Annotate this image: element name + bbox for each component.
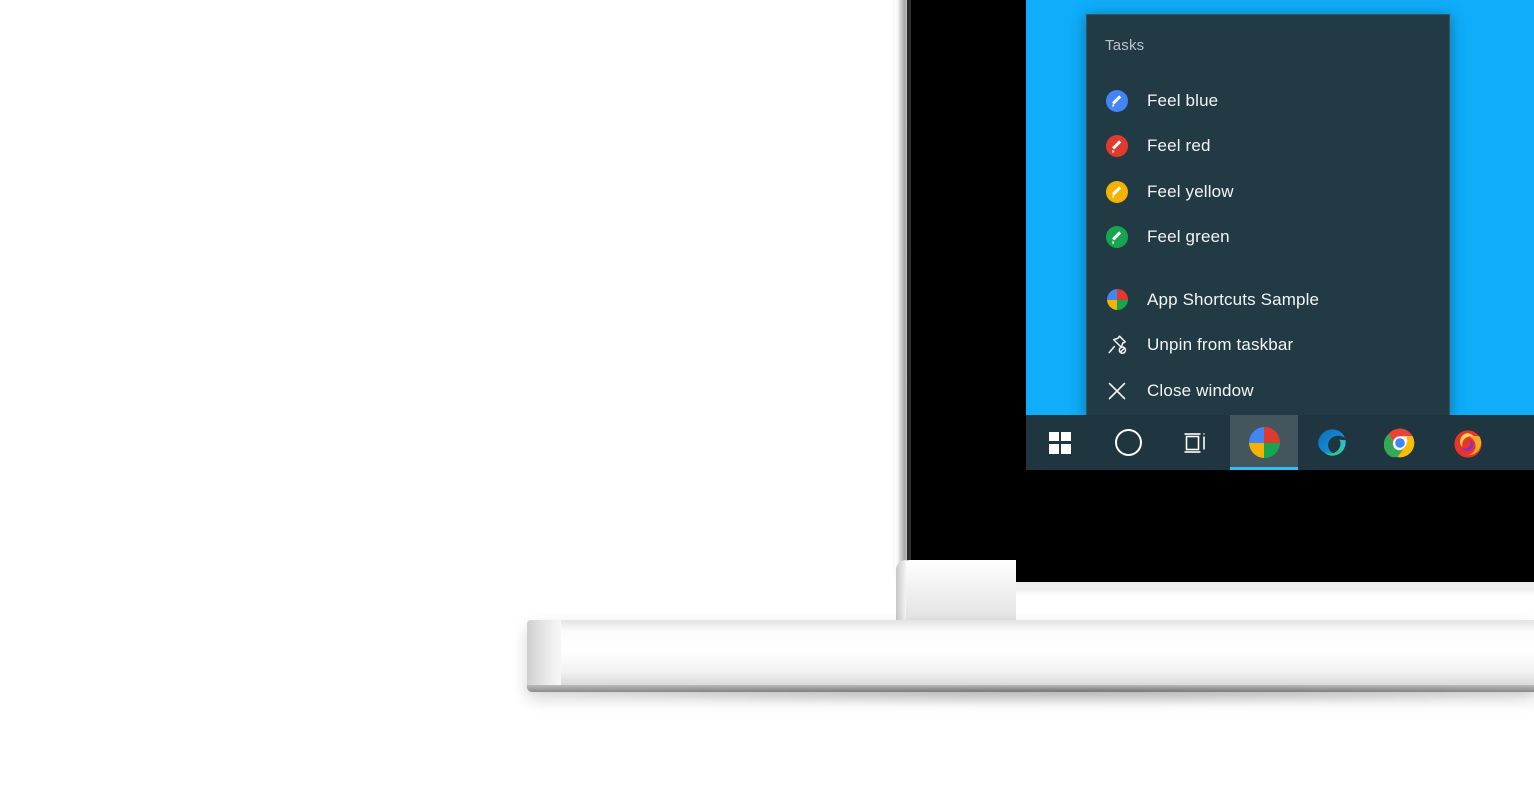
- taskbar-firefox-button[interactable]: [1434, 415, 1502, 470]
- jumplist-item-label: Close window: [1147, 380, 1254, 400]
- taskbar-microsoft-edge-button[interactable]: [1298, 415, 1366, 470]
- edge-icon: [1318, 428, 1346, 456]
- firefox-icon: [1454, 429, 1482, 458]
- windows-logo-icon: [1049, 431, 1071, 454]
- taskbar-start-button[interactable]: [1026, 415, 1094, 470]
- taskbar-task-view-button[interactable]: [1162, 415, 1230, 470]
- jumplist-item-feel-red[interactable]: Feel red: [1087, 124, 1449, 170]
- chrome-icon: [1384, 428, 1415, 457]
- pencil-circle-icon: [1105, 89, 1129, 113]
- pencil-circle-icon: [1105, 134, 1129, 158]
- jumplist-item-label: Feel red: [1147, 136, 1211, 156]
- close-icon: [1105, 379, 1129, 403]
- jumplist-item-label: Unpin from taskbar: [1147, 335, 1294, 355]
- jumplist-item-label: Feel yellow: [1147, 181, 1234, 201]
- jumplist-item-unpin-from-taskbar[interactable]: Unpin from taskbar: [1087, 323, 1449, 369]
- cortana-circle-icon: [1114, 429, 1142, 456]
- unpin-icon: [1105, 333, 1129, 357]
- taskbar: [1026, 415, 1534, 470]
- jumplist-item-close-window[interactable]: Close window: [1087, 368, 1449, 414]
- app-pie-icon: [1248, 427, 1280, 458]
- jumplist-header-tasks: Tasks: [1105, 37, 1145, 54]
- taskbar-app-shortcuts-sample-button[interactable]: [1230, 415, 1298, 470]
- app-pie-icon: [1105, 288, 1129, 312]
- taskbar-cortana-search-button[interactable]: [1094, 415, 1162, 470]
- screen: Tasks Feel blue Feel red Feel yellow Fee…: [1026, 0, 1534, 470]
- jumplist-item-feel-green[interactable]: Feel green: [1087, 215, 1449, 261]
- pencil-circle-icon: [1105, 225, 1129, 249]
- jumplist-item-feel-yellow[interactable]: Feel yellow: [1087, 169, 1449, 215]
- jumplist-menu[interactable]: Tasks Feel blue Feel red Feel yellow Fee…: [1086, 14, 1450, 419]
- device-shadow: [505, 688, 1534, 706]
- jumplist-tasks-group: Feel blue Feel red Feel yellow Feel gree…: [1087, 78, 1449, 260]
- scene: Tasks Feel blue Feel red Feel yellow Fee…: [0, 0, 1534, 805]
- jumplist-item-feel-blue[interactable]: Feel blue: [1087, 78, 1449, 124]
- jumplist-item-label: App Shortcuts Sample: [1147, 289, 1320, 309]
- laptop-base-edge: [527, 620, 561, 692]
- laptop-base: [527, 620, 1534, 692]
- jumplist-item-label: Feel green: [1147, 227, 1230, 247]
- jumplist-item-label: Feel blue: [1147, 90, 1219, 110]
- pencil-circle-icon: [1105, 180, 1129, 204]
- taskbar-google-chrome-button[interactable]: [1366, 415, 1434, 470]
- laptop-hinge: [896, 560, 1016, 628]
- jumplist-item-app-shortcuts-sample[interactable]: App Shortcuts Sample: [1087, 277, 1449, 323]
- jumplist-system-group: App Shortcuts Sample Unpin from taskbar: [1087, 277, 1449, 414]
- task-view-icon: [1184, 432, 1205, 453]
